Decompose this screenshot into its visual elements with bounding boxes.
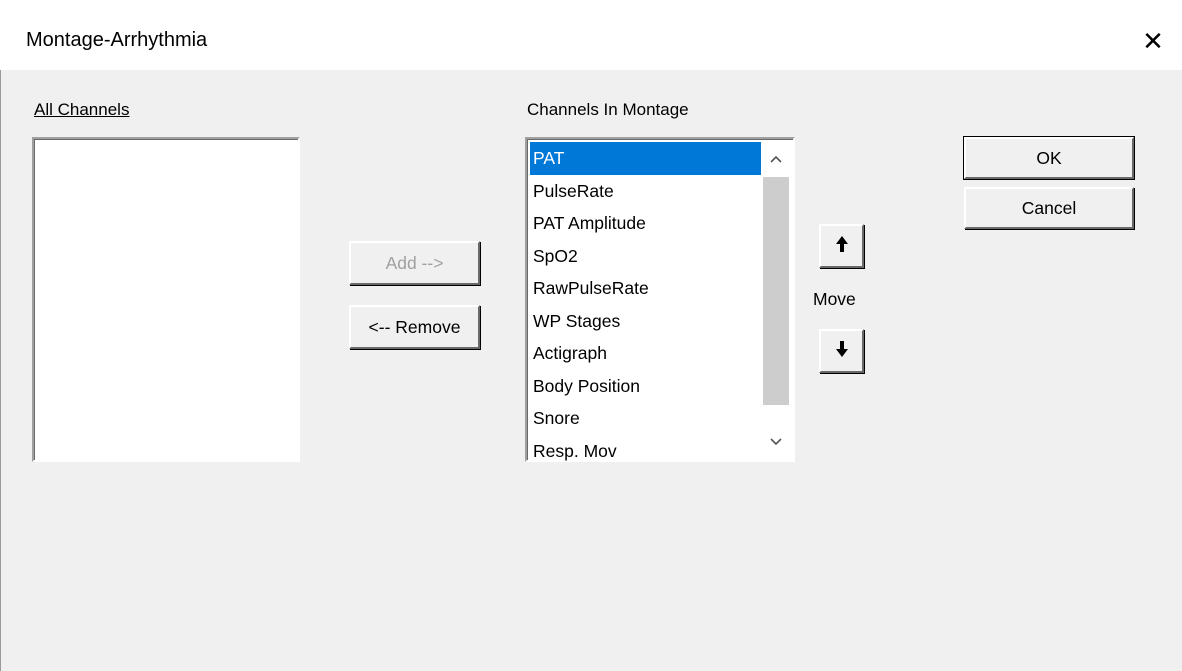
cancel-button-label: Cancel	[1021, 197, 1077, 218]
scroll-down-icon	[770, 433, 782, 449]
montage-list-item[interactable]: WP Stages	[530, 305, 762, 338]
window-border	[0, 70, 1, 671]
arrow-up-icon	[834, 235, 850, 258]
montage-list-item[interactable]: PulseRate	[530, 175, 762, 208]
montage-list-item[interactable]: PAT Amplitude	[530, 207, 762, 240]
montage-list-item[interactable]: Body Position	[530, 370, 762, 403]
move-label: Move	[813, 289, 856, 309]
remove-button-label: <-- Remove	[368, 316, 461, 337]
scroll-up-icon	[770, 150, 782, 166]
montage-list-item[interactable]: RawPulseRate	[530, 272, 762, 305]
move-up-button[interactable]	[819, 224, 864, 268]
scroll-down-button[interactable]	[761, 426, 791, 456]
move-down-button[interactable]	[819, 329, 864, 373]
montage-list-item[interactable]: Actigraph	[530, 337, 762, 370]
all-channels-label-text: All Channels	[34, 100, 130, 119]
cancel-button[interactable]: Cancel	[964, 187, 1134, 229]
montage-list[interactable]: PAT PulseRate PAT Amplitude SpO2 RawPulseRat…	[525, 137, 795, 462]
all-channels-label: All Channels	[34, 100, 129, 120]
montage-label: Channels In Montage	[527, 100, 689, 120]
arrow-down-icon	[834, 340, 850, 363]
montage-scrollbar[interactable]	[761, 141, 791, 458]
add-button-label: Add -->	[385, 252, 444, 273]
ok-button-label: OK	[1036, 147, 1062, 168]
montage-list-item[interactable]: PAT	[530, 142, 762, 175]
scroll-up-button[interactable]	[761, 143, 791, 173]
montage-items: PAT PulseRate PAT Amplitude SpO2 RawPulseRat…	[530, 142, 762, 467]
add-button[interactable]: Add -->	[349, 241, 480, 285]
montage-list-item[interactable]: SpO2	[530, 240, 762, 273]
close-icon: ✕	[1142, 25, 1164, 56]
montage-list-item[interactable]: Snore	[530, 402, 762, 435]
ok-button[interactable]: OK	[963, 136, 1135, 180]
title-bar: Montage-Arrhythmia ✕	[0, 0, 1182, 70]
close-button[interactable]: ✕	[1136, 24, 1170, 58]
remove-button[interactable]: <-- Remove	[349, 305, 480, 349]
scroll-thumb[interactable]	[763, 177, 789, 405]
all-channels-list[interactable]	[32, 137, 300, 462]
montage-list-item[interactable]: Resp. Mov	[530, 435, 762, 468]
window-title: Montage-Arrhythmia	[26, 29, 208, 51]
montage-label-text: Channels In Montage	[527, 100, 689, 119]
